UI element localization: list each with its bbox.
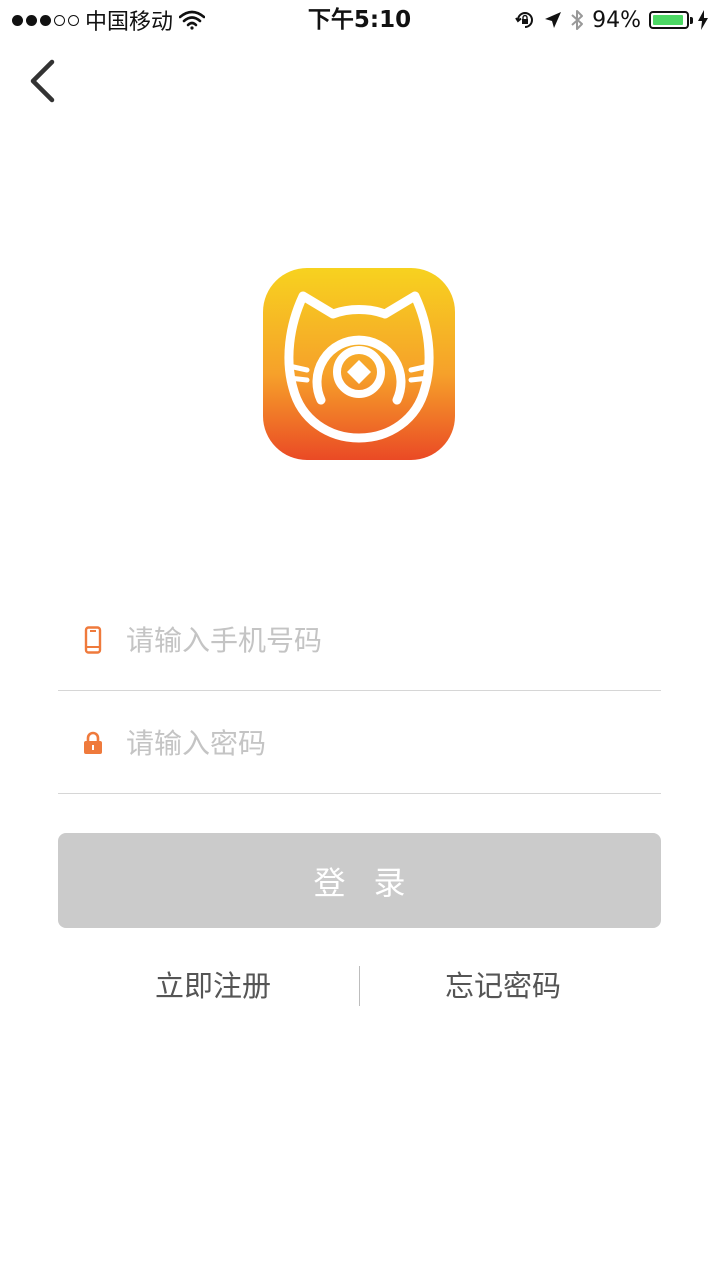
links-divider [359,966,360,1006]
phone-field [58,590,661,691]
status-bar: 中国移动 下午5:10 94% [0,0,719,40]
chevron-left-icon [30,59,55,103]
login-button[interactable]: 登录 [58,833,661,928]
location-arrow-icon [545,12,562,28]
auth-links: 立即注册 忘记密码 [58,958,661,1014]
battery-percent: 94% [592,7,641,33]
battery-fill [653,15,684,25]
app-logo [263,268,455,460]
forgot-password-link[interactable]: 忘记密码 [408,958,598,1014]
password-field [58,693,661,794]
bluetooth-icon [571,10,584,30]
phone-input[interactable] [126,590,646,690]
status-right: 94% [514,6,709,34]
password-input[interactable] [126,693,646,793]
back-button[interactable] [22,56,62,106]
battery-icon [649,11,693,29]
phone-icon [82,626,104,654]
lock-icon [82,729,104,757]
cat-coin-logo [284,291,434,443]
rotation-lock-icon [515,12,534,28]
charging-bolt-icon [698,10,708,30]
register-link[interactable]: 立即注册 [118,958,308,1014]
